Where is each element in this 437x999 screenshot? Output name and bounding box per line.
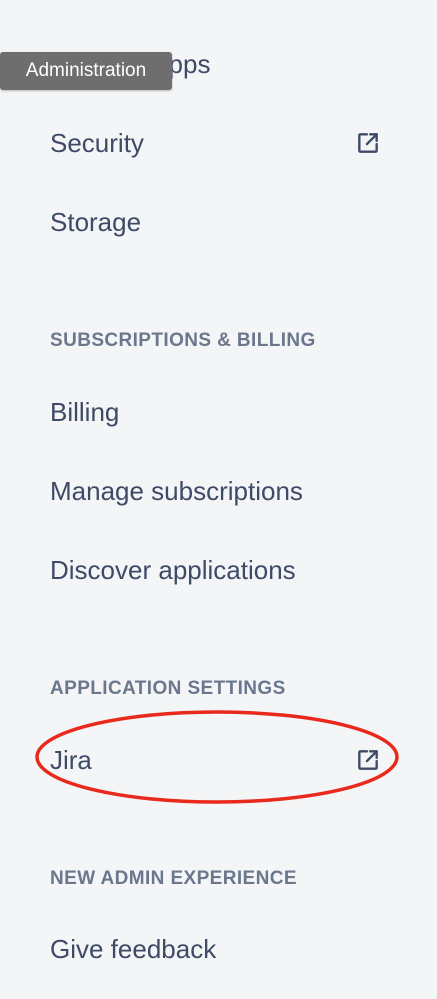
sidebar-item-label: Jira [50, 744, 92, 775]
section-heading-subscriptions-billing: SUBSCRIPTIONS & BILLING [50, 330, 316, 351]
section-heading-new-admin-experience: NEW ADMIN EXPERIENCE [50, 868, 297, 889]
external-link-icon[interactable] [355, 130, 381, 156]
sidebar-item-billing[interactable]: Billing [50, 390, 387, 434]
sidebar-item-give-feedback[interactable]: Give feedback [50, 927, 387, 971]
section-heading-application-settings: APPLICATION SETTINGS [50, 678, 286, 699]
sidebar-item-label: Discover applications [50, 554, 296, 585]
admin-sidebar: Installed apps Administration Security S… [0, 0, 437, 999]
sidebar-item-storage[interactable]: Storage [50, 200, 387, 244]
sidebar-item-label: Storage [50, 206, 142, 237]
external-link-icon[interactable] [355, 747, 381, 773]
sidebar-item-security[interactable]: Security [50, 121, 387, 165]
sidebar-item-label: Give feedback [50, 933, 217, 964]
sidebar-item-manage-subscriptions[interactable]: Manage subscriptions [50, 469, 387, 513]
sidebar-item-label: Manage subscriptions [50, 475, 303, 506]
sidebar-item-label: Billing [50, 396, 120, 427]
sidebar-item-label: Security [50, 127, 144, 158]
sidebar-item-discover-applications[interactable]: Discover applications [50, 548, 387, 592]
administration-tooltip: Administration [0, 52, 172, 90]
sidebar-item-jira[interactable]: Jira [50, 738, 387, 782]
